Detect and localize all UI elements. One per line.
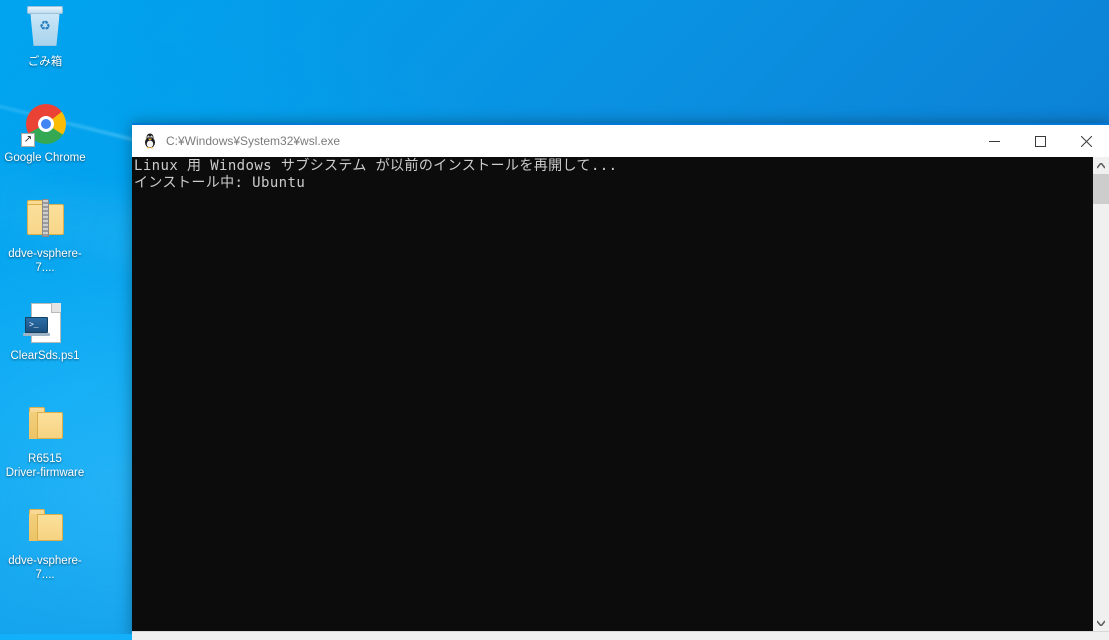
desktop-icon-ddve-zip[interactable]: ddve-vsphere-7.... <box>0 198 90 275</box>
desktop-icon-label: Google Chrome <box>4 152 86 164</box>
desktop-icon-ddve-folder[interactable]: ddve-vsphere-7.... <box>0 505 90 582</box>
desktop[interactable]: ♻ ごみ箱 ↗ Google Chrome ddve-vsphere-7....… <box>0 0 1109 640</box>
console-body[interactable]: Linux 用 Windows サブシステム が以前のインストールを再開して..… <box>132 157 1109 631</box>
window-title: C:¥Windows¥System32¥wsl.exe <box>166 134 341 148</box>
console-output[interactable]: Linux 用 Windows サブシステム が以前のインストールを再開して..… <box>132 157 1092 631</box>
scroll-down-arrow-icon[interactable] <box>1093 614 1109 631</box>
recycle-bin-icon: ♻ <box>21 6 69 52</box>
zip-folder-icon <box>21 198 69 244</box>
desktop-icon-recycle-bin[interactable]: ♻ ごみ箱 <box>0 6 90 70</box>
wsl-console-window[interactable]: C:¥Windows¥System32¥wsl.exe Linux 用 Wind… <box>132 123 1109 640</box>
desktop-icon-clearsds-ps1[interactable]: ClearSds.ps1 <box>0 300 90 364</box>
desktop-icon-label: ddve-vsphere-7.... <box>8 555 82 581</box>
tux-icon <box>142 133 158 149</box>
horizontal-scrollbar[interactable] <box>132 631 1109 640</box>
desktop-icon-label: ClearSds.ps1 <box>10 350 80 362</box>
window-titlebar[interactable]: C:¥Windows¥System32¥wsl.exe <box>132 125 1109 157</box>
minimize-button[interactable] <box>971 126 1017 157</box>
close-button[interactable] <box>1063 126 1109 157</box>
vertical-scrollbar-track[interactable] <box>1093 174 1109 614</box>
powershell-script-icon <box>21 300 69 346</box>
folder-icon <box>21 505 69 551</box>
vertical-scrollbar[interactable] <box>1092 157 1109 631</box>
desktop-icon-google-chrome[interactable]: ↗ Google Chrome <box>0 102 90 166</box>
shortcut-arrow-icon: ↗ <box>21 133 35 147</box>
desktop-icon-label: ddve-vsphere-7.... <box>8 248 82 274</box>
vertical-scrollbar-thumb[interactable] <box>1093 174 1109 204</box>
folder-icon <box>21 403 69 449</box>
taskbar[interactable] <box>0 634 132 640</box>
desktop-icon-r6515-folder[interactable]: R6515 Driver-firmware <box>0 403 90 480</box>
scroll-up-arrow-icon[interactable] <box>1093 157 1109 174</box>
maximize-button[interactable] <box>1017 126 1063 157</box>
desktop-icon-label: R6515 Driver-firmware <box>5 453 85 479</box>
desktop-icon-label: ごみ箱 <box>27 56 63 68</box>
chrome-icon: ↗ <box>21 102 69 148</box>
